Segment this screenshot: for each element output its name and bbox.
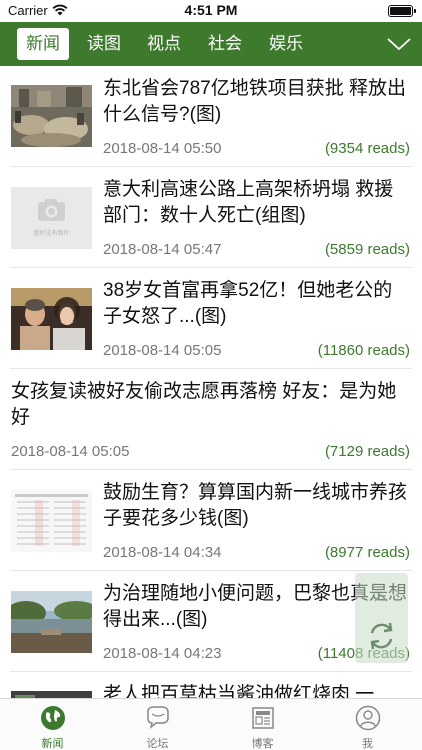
tabbar-label: 我 — [362, 738, 373, 750]
tabbar-label: 论坛 — [146, 738, 169, 750]
camera-icon — [38, 199, 65, 221]
article-date: 2018-08-14 05:05 — [11, 443, 130, 460]
article-title[interactable]: 东北省会787亿地铁项目获批 释放出什么信号?(图) — [103, 76, 408, 128]
article-title[interactable]: 鼓励生育？算算国内新一线城市养孩子要花多少钱(图) — [103, 480, 408, 532]
article-thumbnail — [11, 288, 92, 350]
article-date: 2018-08-14 04:34 — [103, 544, 222, 561]
newspaper-icon — [252, 707, 274, 729]
article-date: 2018-08-14 05:05 — [103, 342, 222, 359]
placeholder-thumbnail: 暂时没有图片 — [11, 187, 92, 249]
chat-bubble-icon — [147, 706, 169, 729]
refresh-button[interactable] — [355, 573, 408, 663]
tabbar-forum[interactable]: 论坛 — [105, 699, 210, 750]
tab-news[interactable]: 新闻 — [17, 28, 69, 60]
tabbar-me[interactable]: 我 — [315, 699, 420, 750]
article-thumbnail — [11, 490, 92, 552]
globe-icon — [41, 706, 65, 730]
article-title[interactable]: 38岁女首富再拿52亿！但她老公的子女怒了...(图) — [103, 278, 408, 330]
bottom-tab-bar: 新闻 论坛 博客 我 — [0, 698, 422, 750]
article-date: 2018-08-14 05:47 — [103, 241, 222, 258]
article-thumbnail — [11, 691, 92, 698]
list-item[interactable]: 暂时没有图片 意大利高速公路上高架桥坍塌 救援部门：数十人死亡(组图) 2018… — [0, 167, 422, 268]
placeholder-text: 暂时没有图片 — [33, 231, 70, 237]
chevron-down-icon[interactable] — [386, 32, 412, 56]
tabbar-news[interactable]: 新闻 — [0, 699, 105, 750]
status-bar: Carrier 4:51 PM — [0, 0, 422, 22]
article-title[interactable]: 意大利高速公路上高架桥坍塌 救援部门：数十人死亡(组图) — [103, 177, 408, 229]
article-reads: (11860 reads) — [317, 342, 410, 359]
refresh-icon — [370, 593, 393, 650]
tab-entertainment[interactable]: 娱乐 — [269, 28, 303, 60]
tabbar-label: 博客 — [251, 738, 274, 750]
tabbar-label: 新闻 — [41, 738, 64, 750]
list-item[interactable]: 老人把百草枯当酱油做红烧肉 一 — [0, 672, 422, 698]
article-date: 2018-08-14 04:23 — [103, 645, 222, 662]
category-nav: 新闻 读图 视点 社会 娱乐 — [0, 22, 422, 66]
article-reads: (9354 reads) — [324, 140, 410, 157]
article-thumbnail — [11, 591, 92, 653]
list-item[interactable]: 38岁女首富再拿52亿！但她老公的子女怒了...(图) 2018-08-14 0… — [0, 268, 422, 369]
list-item[interactable]: 东北省会787亿地铁项目获批 释放出什么信号?(图) 2018-08-14 05… — [0, 66, 422, 167]
article-thumbnail — [11, 85, 92, 147]
list-item[interactable]: 女孩复读被好友偷改志愿再落榜 好友：是为她好 2018-08-14 05:05 … — [0, 369, 422, 470]
clock: 4:51 PM — [184, 2, 238, 18]
tabbar-blog[interactable]: 博客 — [210, 699, 315, 750]
tab-society[interactable]: 社会 — [208, 28, 242, 60]
battery-icon — [388, 5, 416, 17]
tab-viewpoints[interactable]: 视点 — [147, 28, 181, 60]
user-icon — [355, 705, 381, 731]
article-date: 2018-08-14 05:50 — [103, 140, 222, 157]
list-item[interactable]: 鼓励生育？算算国内新一线城市养孩子要花多少钱(图) 2018-08-14 04:… — [0, 470, 422, 571]
article-reads: (5859 reads) — [324, 241, 410, 258]
article-title[interactable]: 女孩复读被好友偷改志愿再落榜 好友：是为她好 — [11, 379, 411, 431]
tab-pictures[interactable]: 读图 — [87, 28, 121, 60]
article-reads: (8977 reads) — [324, 544, 410, 561]
article-title[interactable]: 老人把百草枯当酱油做红烧肉 一 — [103, 682, 408, 698]
article-reads: (7129 reads) — [324, 443, 410, 460]
